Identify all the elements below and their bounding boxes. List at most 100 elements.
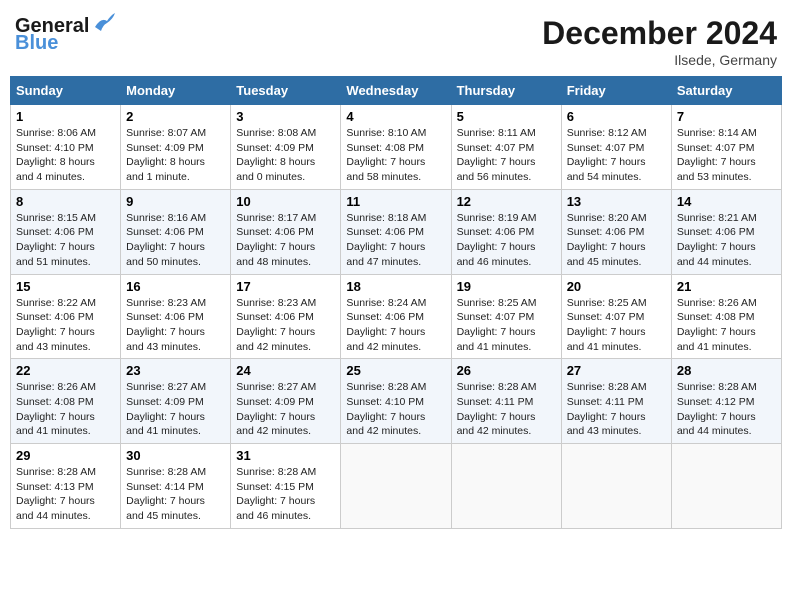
calendar-cell: 14 Sunrise: 8:21 AMSunset: 4:06 PMDayligh… — [671, 189, 781, 274]
day-info: Sunrise: 8:28 AMSunset: 4:12 PMDaylight:… — [677, 380, 776, 439]
day-number: 6 — [567, 109, 666, 124]
day-info: Sunrise: 8:12 AMSunset: 4:07 PMDaylight:… — [567, 126, 666, 185]
day-number: 12 — [457, 194, 556, 209]
day-info: Sunrise: 8:15 AMSunset: 4:06 PMDaylight:… — [16, 211, 115, 270]
day-header-saturday: Saturday — [671, 77, 781, 105]
day-number: 7 — [677, 109, 776, 124]
calendar-cell: 28Sunrise: 8:28 AMSunset: 4:12 PMDayligh… — [671, 359, 781, 444]
day-info: Sunrise: 8:26 AMSunset: 4:08 PMDaylight:… — [16, 380, 115, 439]
day-number: 13 — [567, 194, 666, 209]
day-number: 24 — [236, 363, 335, 378]
logo-blue: Blue — [15, 32, 58, 55]
day-info: Sunrise: 8:28 AMSunset: 4:14 PMDaylight:… — [126, 465, 225, 524]
calendar-cell: 20Sunrise: 8:25 AMSunset: 4:07 PMDayligh… — [561, 274, 671, 359]
title-block: December 2024 Ilsede, Germany — [542, 15, 777, 68]
calendar-cell: 8 Sunrise: 8:15 AMSunset: 4:06 PMDaylight… — [11, 189, 121, 274]
calendar-cell: 27Sunrise: 8:28 AMSunset: 4:11 PMDayligh… — [561, 359, 671, 444]
day-number: 19 — [457, 279, 556, 294]
day-number: 25 — [346, 363, 445, 378]
day-info: Sunrise: 8:24 AMSunset: 4:06 PMDaylight:… — [346, 296, 445, 355]
calendar-cell: 18Sunrise: 8:24 AMSunset: 4:06 PMDayligh… — [341, 274, 451, 359]
calendar-cell: 17 Sunrise: 8:23 AMSunset: 4:06 PMDayligh… — [231, 274, 341, 359]
day-header-tuesday: Tuesday — [231, 77, 341, 105]
calendar-cell: 11 Sunrise: 8:18 AMSunset: 4:06 PMDayligh… — [341, 189, 451, 274]
day-info: Sunrise: 8:22 AMSunset: 4:06 PMDaylight:… — [16, 296, 115, 355]
day-number: 10 — [236, 194, 335, 209]
calendar-week-4: 22Sunrise: 8:26 AMSunset: 4:08 PMDayligh… — [11, 359, 782, 444]
day-number: 31 — [236, 448, 335, 463]
day-number: 3 — [236, 109, 335, 124]
calendar-cell: 26Sunrise: 8:28 AMSunset: 4:11 PMDayligh… — [451, 359, 561, 444]
calendar-cell: 16 Sunrise: 8:23 AMSunset: 4:06 PMDayligh… — [121, 274, 231, 359]
logo: General Blue — [15, 15, 115, 55]
day-info: Sunrise: 8:21 AMSunset: 4:06 PMDaylight:… — [677, 211, 776, 270]
calendar-week-2: 8 Sunrise: 8:15 AMSunset: 4:06 PMDaylight… — [11, 189, 782, 274]
day-info: Sunrise: 8:23 AMSunset: 4:06 PMDaylight:… — [236, 296, 335, 355]
page-header: General Blue December 2024 Ilsede, Germa… — [10, 10, 782, 68]
calendar-header-row: SundayMondayTuesdayWednesdayThursdayFrid… — [11, 77, 782, 105]
day-number: 5 — [457, 109, 556, 124]
day-info: Sunrise: 8:20 AMSunset: 4:06 PMDaylight:… — [567, 211, 666, 270]
day-number: 14 — [677, 194, 776, 209]
day-info: Sunrise: 8:26 AMSunset: 4:08 PMDaylight:… — [677, 296, 776, 355]
day-info: Sunrise: 8:16 AMSunset: 4:06 PMDaylight:… — [126, 211, 225, 270]
location: Ilsede, Germany — [542, 52, 777, 68]
day-info: Sunrise: 8:25 AMSunset: 4:07 PMDaylight:… — [567, 296, 666, 355]
calendar-cell: 12 Sunrise: 8:19 AMSunset: 4:06 PMDayligh… — [451, 189, 561, 274]
day-header-thursday: Thursday — [451, 77, 561, 105]
calendar-cell: 5 Sunrise: 8:11 AMSunset: 4:07 PMDaylight… — [451, 105, 561, 190]
calendar-cell: 1 Sunrise: 8:06 AMSunset: 4:10 PMDaylight… — [11, 105, 121, 190]
day-info: Sunrise: 8:28 AMSunset: 4:15 PMDaylight:… — [236, 465, 335, 524]
calendar-cell: 15 Sunrise: 8:22 AMSunset: 4:06 PMDayligh… — [11, 274, 121, 359]
day-number: 9 — [126, 194, 225, 209]
day-number: 17 — [236, 279, 335, 294]
day-info: Sunrise: 8:18 AMSunset: 4:06 PMDaylight:… — [346, 211, 445, 270]
day-info: Sunrise: 8:27 AMSunset: 4:09 PMDaylight:… — [126, 380, 225, 439]
day-info: Sunrise: 8:28 AMSunset: 4:13 PMDaylight:… — [16, 465, 115, 524]
calendar-cell: 21 Sunrise: 8:26 AMSunset: 4:08 PMDayligh… — [671, 274, 781, 359]
day-number: 15 — [16, 279, 115, 294]
day-info: Sunrise: 8:07 AMSunset: 4:09 PMDaylight:… — [126, 126, 225, 185]
calendar-cell: 6 Sunrise: 8:12 AMSunset: 4:07 PMDaylight… — [561, 105, 671, 190]
day-number: 2 — [126, 109, 225, 124]
day-number: 8 — [16, 194, 115, 209]
calendar-cell: 23Sunrise: 8:27 AMSunset: 4:09 PMDayligh… — [121, 359, 231, 444]
day-info: Sunrise: 8:14 AMSunset: 4:07 PMDaylight:… — [677, 126, 776, 185]
calendar-table: SundayMondayTuesdayWednesdayThursdayFrid… — [10, 76, 782, 529]
calendar-cell: 13 Sunrise: 8:20 AMSunset: 4:06 PMDayligh… — [561, 189, 671, 274]
calendar-cell: 9 Sunrise: 8:16 AMSunset: 4:06 PMDaylight… — [121, 189, 231, 274]
day-number: 29 — [16, 448, 115, 463]
day-number: 26 — [457, 363, 556, 378]
day-info: Sunrise: 8:11 AMSunset: 4:07 PMDaylight:… — [457, 126, 556, 185]
calendar-cell: 30 Sunrise: 8:28 AMSunset: 4:14 PMDayligh… — [121, 444, 231, 529]
day-header-sunday: Sunday — [11, 77, 121, 105]
day-number: 1 — [16, 109, 115, 124]
day-info: Sunrise: 8:19 AMSunset: 4:06 PMDaylight:… — [457, 211, 556, 270]
day-number: 30 — [126, 448, 225, 463]
calendar-cell: 4Sunrise: 8:10 AMSunset: 4:08 PMDaylight… — [341, 105, 451, 190]
day-number: 11 — [346, 194, 445, 209]
day-info: Sunrise: 8:27 AMSunset: 4:09 PMDaylight:… — [236, 380, 335, 439]
calendar-week-1: 1 Sunrise: 8:06 AMSunset: 4:10 PMDaylight… — [11, 105, 782, 190]
day-info: Sunrise: 8:08 AMSunset: 4:09 PMDaylight:… — [236, 126, 335, 185]
calendar-week-5: 29 Sunrise: 8:28 AMSunset: 4:13 PMDayligh… — [11, 444, 782, 529]
day-info: Sunrise: 8:17 AMSunset: 4:06 PMDaylight:… — [236, 211, 335, 270]
day-info: Sunrise: 8:23 AMSunset: 4:06 PMDaylight:… — [126, 296, 225, 355]
day-info: Sunrise: 8:10 AMSunset: 4:08 PMDaylight:… — [346, 126, 445, 185]
day-info: Sunrise: 8:28 AMSunset: 4:10 PMDaylight:… — [346, 380, 445, 439]
logo-bird-icon — [93, 13, 115, 31]
day-number: 21 — [677, 279, 776, 294]
calendar-cell: 25 Sunrise: 8:28 AMSunset: 4:10 PMDayligh… — [341, 359, 451, 444]
calendar-cell — [671, 444, 781, 529]
month-title: December 2024 — [542, 15, 777, 52]
day-info: Sunrise: 8:06 AMSunset: 4:10 PMDaylight:… — [16, 126, 115, 185]
day-header-monday: Monday — [121, 77, 231, 105]
calendar-week-3: 15 Sunrise: 8:22 AMSunset: 4:06 PMDayligh… — [11, 274, 782, 359]
calendar-cell: 2 Sunrise: 8:07 AMSunset: 4:09 PMDaylight… — [121, 105, 231, 190]
day-number: 27 — [567, 363, 666, 378]
calendar-cell: 19Sunrise: 8:25 AMSunset: 4:07 PMDayligh… — [451, 274, 561, 359]
calendar-cell: 31 Sunrise: 8:28 AMSunset: 4:15 PMDayligh… — [231, 444, 341, 529]
calendar-cell: 7 Sunrise: 8:14 AMSunset: 4:07 PMDaylight… — [671, 105, 781, 190]
calendar-cell: 22Sunrise: 8:26 AMSunset: 4:08 PMDayligh… — [11, 359, 121, 444]
day-number: 16 — [126, 279, 225, 294]
